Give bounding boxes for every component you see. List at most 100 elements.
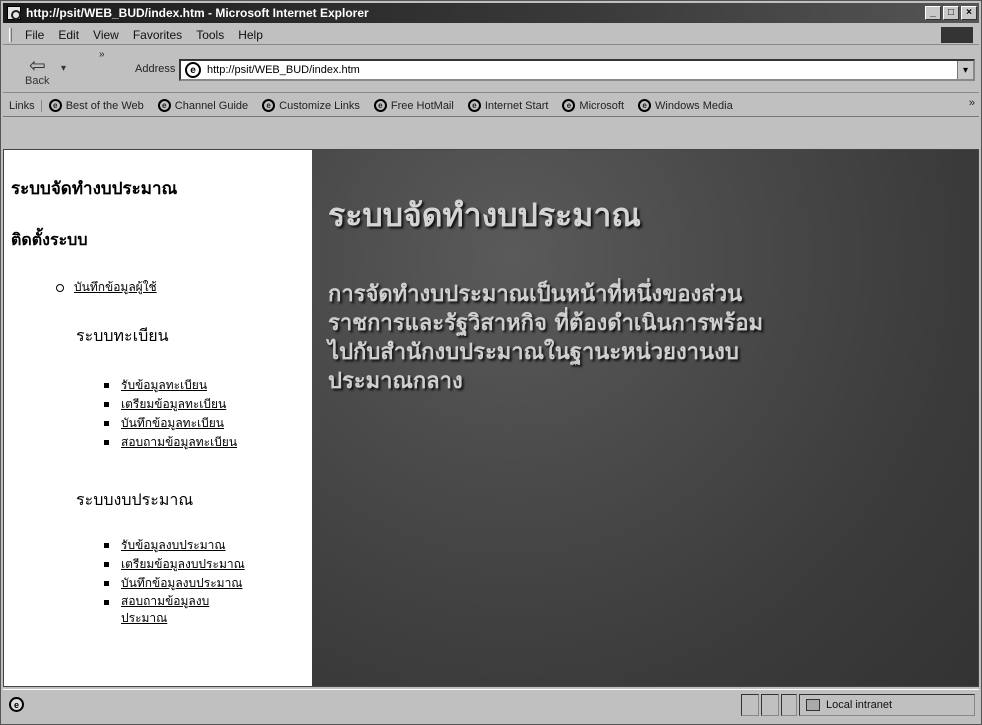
status-segment — [781, 694, 797, 716]
registration-prepare-link[interactable]: เตรียมข้อมูลทะเบียน — [121, 395, 226, 414]
back-dropdown-icon[interactable]: ▾ — [61, 63, 66, 74]
address-field[interactable]: e http://psit/WEB_BUD/index.htm ▾ — [179, 59, 975, 81]
menu-view[interactable]: View — [86, 28, 126, 42]
user-entry-link[interactable]: บันทึกข้อมูลผู้ใช้ — [74, 280, 157, 294]
list-item: รับข้อมูลทะเบียน — [104, 376, 237, 395]
registration-query-link[interactable]: สอบถามข้อมูลทะเบียน — [121, 433, 237, 452]
list-item: รับข้อมูลงบประมาณ — [104, 536, 245, 555]
links-more-icon[interactable]: » — [969, 97, 975, 109]
link-free-hotmail[interactable]: e Free HotMail — [367, 99, 461, 112]
address-dropdown-icon[interactable]: ▾ — [957, 61, 973, 79]
maximize-button[interactable]: □ — [943, 6, 959, 20]
navigation-frame: ระบบจัดทำงบประมาณ ติดตั้งระบบ บันทึกข้อม… — [4, 150, 312, 686]
registration-receive-link[interactable]: รับข้อมูลทะเบียน — [121, 376, 207, 395]
page-icon: e — [185, 62, 201, 78]
link-label: Best of the Web — [65, 99, 144, 112]
ie-link-icon: e — [467, 99, 481, 112]
close-button[interactable]: × — [961, 6, 977, 20]
menu-tools[interactable]: Tools — [189, 28, 231, 42]
list-item: บันทึกข้อมูลทะเบียน — [104, 414, 237, 433]
budget-receive-link[interactable]: รับข้อมูลงบประมาณ — [121, 536, 226, 555]
list-item: สอบถามข้อมูลทะเบียน — [104, 433, 237, 452]
budget-heading: ระบบงบประมาณ — [76, 490, 194, 509]
nav-title: ระบบจัดทำงบประมาณ — [11, 179, 178, 199]
address-label: Address — [135, 63, 176, 75]
toolbar-grip — [9, 27, 12, 42]
links-label: Links — [3, 99, 42, 112]
link-label: Microsoft — [579, 99, 625, 112]
budget-prepare-link[interactable]: เตรียมข้อมูลงบประมาณ — [121, 555, 245, 574]
security-zone: Local intranet — [799, 694, 975, 716]
title-bar: http://psit/WEB_BUD/index.htm - Microsof… — [3, 3, 979, 23]
link-label: Free HotMail — [390, 99, 454, 112]
status-segment — [761, 694, 779, 716]
square-bullet-icon — [104, 543, 109, 548]
link-internet-start[interactable]: e Internet Start — [461, 99, 556, 112]
budget-query-line2: ประมาณ — [121, 611, 168, 625]
main-paragraph: การจัดทำงบประมาณเป็นหน้าที่หนึ่งของส่วน … — [328, 280, 968, 396]
window-title: http://psit/WEB_BUD/index.htm - Microsof… — [26, 6, 369, 20]
link-microsoft[interactable]: e Microsoft — [555, 99, 631, 112]
budget-query-link[interactable]: สอบถามข้อมูลงบประมาณ — [121, 593, 209, 627]
minimize-button[interactable]: _ — [925, 6, 941, 20]
link-channel-guide[interactable]: e Channel Guide — [151, 99, 255, 112]
link-label: Internet Start — [484, 99, 549, 112]
standard-toolbar: ⇦ ▾ Back » Address e http://psit/WEB_BUD… — [3, 47, 979, 93]
zone-label: Local intranet — [826, 699, 893, 711]
page-content: ระบบจัดทำงบประมาณ ติดตั้งระบบ บันทึกข้อม… — [3, 149, 979, 687]
ie-link-icon: e — [638, 99, 652, 112]
link-label: Customize Links — [279, 99, 360, 112]
registration-record-link[interactable]: บันทึกข้อมูลทะเบียน — [121, 414, 224, 433]
registration-heading: ระบบทะเบียน — [76, 326, 169, 345]
back-button[interactable]: ⇦ ▾ Back — [17, 51, 79, 89]
list-item: บันทึกข้อมูลงบประมาณ — [104, 574, 245, 593]
paragraph-line: การจัดทำงบประมาณเป็นหน้าที่หนึ่งของส่วน — [328, 281, 743, 307]
menu-favorites[interactable]: Favorites — [126, 28, 189, 42]
square-bullet-icon — [104, 421, 109, 426]
install-heading: ติดตั้งระบบ — [11, 230, 88, 249]
menu-file[interactable]: File — [18, 28, 51, 42]
budget-query-line1: สอบถามข้อมูลงบ — [121, 594, 210, 608]
links-bar: Links e Best of the Web e Channel Guide eC… — [3, 95, 979, 117]
link-customize-links[interactable]: e Customize Links — [255, 99, 367, 112]
paragraph-line: ประมาณกลาง — [328, 368, 463, 394]
menu-help[interactable]: Help — [231, 28, 270, 42]
menu-bar: File Edit View Favorites Tools Help — [3, 25, 979, 45]
circle-bullet-icon — [56, 283, 64, 292]
budget-record-link[interactable]: บันทึกข้อมูลงบประมาณ — [121, 574, 242, 593]
toolbar-chevron-icon[interactable]: » — [99, 49, 105, 60]
menu-edit[interactable]: Edit — [51, 28, 86, 42]
browser-window: http://psit/WEB_BUD/index.htm - Microsof… — [0, 0, 982, 725]
user-entry-item: บันทึกข้อมูลผู้ใช้ — [56, 278, 157, 297]
windows-logo-icon — [941, 27, 973, 43]
link-label: Windows Media — [655, 99, 733, 112]
registration-list: รับข้อมูลทะเบียน เตรียมข้อมูลทะเบียน บัน… — [104, 376, 237, 452]
square-bullet-icon — [104, 440, 109, 445]
budget-list: รับข้อมูลงบประมาณ เตรียมข้อมูลงบประมาณ บ… — [104, 536, 245, 627]
square-bullet-icon — [104, 562, 109, 567]
square-bullet-icon — [104, 581, 109, 586]
back-label: Back — [25, 75, 50, 87]
list-item: เตรียมข้อมูลทะเบียน — [104, 395, 237, 414]
main-frame: ระบบจัดทำงบประมาณ การจัดทำงบประมาณเป็นหน… — [312, 150, 978, 686]
list-item: เตรียมข้อมูลงบประมาณ — [104, 555, 245, 574]
ie-link-icon: e — [373, 99, 387, 112]
page-status-icon: e — [9, 697, 24, 712]
square-bullet-icon — [104, 383, 109, 388]
main-title: ระบบจัดทำงบประมาณ — [328, 196, 641, 234]
link-best-of-web[interactable]: e Best of the Web — [42, 99, 151, 112]
link-windows-media[interactable]: e Windows Media — [631, 99, 740, 112]
ie-link-icon: e — [157, 99, 171, 112]
ie-link-icon: e — [562, 99, 576, 112]
square-bullet-icon — [104, 402, 109, 407]
status-segment — [741, 694, 759, 716]
ie-link-icon: e — [262, 99, 276, 112]
paragraph-line: ราชการและรัฐวิสาหกิจ ที่ต้องดำเนินการพร้… — [328, 310, 764, 336]
intranet-icon — [806, 699, 820, 711]
address-url[interactable]: http://psit/WEB_BUD/index.htm — [207, 64, 957, 76]
ie-app-icon — [7, 6, 21, 20]
link-label: Channel Guide — [174, 99, 249, 112]
ie-link-icon: e — [48, 99, 62, 112]
status-bar: e Local intranet — [3, 689, 979, 719]
list-item: สอบถามข้อมูลงบประมาณ — [104, 593, 245, 627]
